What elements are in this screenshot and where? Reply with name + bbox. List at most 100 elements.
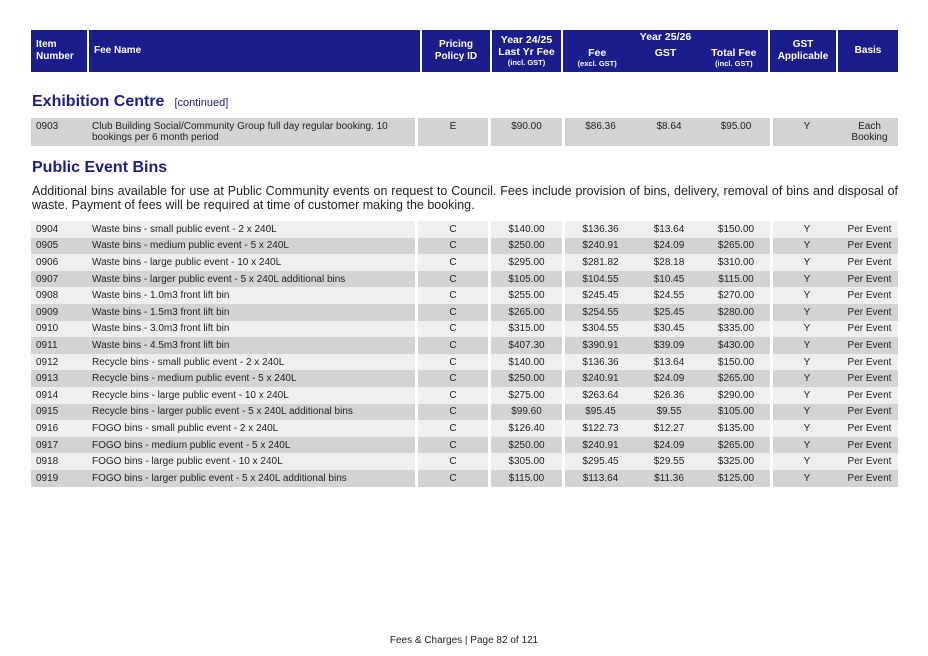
item-number-cell: 0918 [36,456,59,468]
basis-cell: Per Event [847,273,892,285]
total-fee-cell: $115.00 [718,273,754,285]
header-gst-app-label: GST [792,39,814,50]
table-header: Item Number Fee Name Pricing Policy ID Y… [31,30,898,72]
header-policy-id-label: Policy ID [434,51,478,62]
fee-excl-gst-cell: $95.45 [562,403,636,421]
table-row: 0903 Club Building Social/Community Group… [31,118,898,149]
total-fee-cell: $265.00 [717,439,755,451]
basis-cell: Per Event [847,290,892,302]
gst-amount-cell: $13.64 [653,356,685,368]
fee-excl-gst-cell: $263.64 [562,386,636,404]
table-row: 0912 Recycle bins - small public event - … [31,353,898,371]
pricing-policy-cell: C [415,453,488,470]
last-yr-fee-cell: $126.40 [488,420,562,437]
fee-name-cell: Waste bins - 3.0m3 front lift bin [92,323,230,335]
header-number-label: Number [36,51,74,62]
gst-amount-cell: $13.64 [653,223,685,235]
fee-excl-gst-cell: $295.45 [562,453,636,470]
fee-excl-gst-cell: $240.91 [562,370,636,387]
last-yr-fee-cell: $250.00 [488,237,562,255]
basis-cell: Per Event [847,306,892,318]
fee-excl-gst-cell: $113.64 [562,469,636,487]
header-basis-label: Basis [854,45,882,56]
table-row: 0906 Waste bins - large public event - 10… [31,254,898,271]
fee-name-cell: Recycle bins - large public event - 10 x… [92,389,289,401]
fee-excl-gst-cell: $136.36 [562,353,636,371]
fee-excl-gst-cell: $122.73 [562,420,636,437]
gst-applicable-cell: Y [770,254,841,271]
item-number-cell: 0914 [36,389,59,401]
last-yr-fee-cell: $407.30 [488,337,562,354]
fee-name-cell: Waste bins - large public event - 10 x 2… [92,256,282,268]
gst-amount-cell: $39.09 [653,339,685,351]
item-number-cell: 0910 [36,323,59,335]
last-yr-fee-cell: $275.00 [488,386,562,404]
item-number-cell: 0911 [36,339,58,351]
header-pricing-policy: Pricing Policy ID [422,30,490,72]
total-fee-cell: $95.00 [720,121,752,132]
table-row: 0904 Waste bins - small public event - 2 … [31,221,898,238]
fee-name-cell: FOGO bins - medium public event - 5 x 24… [92,439,291,451]
gst-amount-cell: $24.09 [653,439,685,451]
item-number-cell: 0913 [36,373,59,385]
pricing-policy-cell: C [415,403,488,421]
pricing-policy-cell: C [415,221,488,238]
header-last-yr-fee: Year 24/25 Last Yr Fee (incl. GST) [492,30,561,72]
gst-applicable-cell: Y [770,303,841,321]
gst-amount-cell: $24.09 [653,373,685,385]
gst-applicable-cell: Y [770,287,841,304]
last-yr-fee-cell: $105.00 [488,270,562,288]
header-applicable-label: Applicable [777,51,829,62]
header-year-curr: Year 25/26 [563,30,768,44]
pricing-policy-cell: C [415,320,488,338]
total-fee-cell: $105.00 [717,406,755,418]
header-fee: Fee (excl. GST) [563,44,632,72]
gst-applicable-cell: Y [770,118,841,149]
item-number-cell: 0916 [36,422,59,434]
gst-applicable-cell: Y [770,436,841,454]
header-year-curr-group: Year 25/26 Fee (excl. GST) GST Total Fee… [563,30,768,72]
table-row: 0911 Waste bins - 4.5m3 front lift bin C $4… [31,337,898,354]
table-row: 0914 Recycle bins - large public event - … [31,386,898,404]
gst-amount-cell: $28.18 [653,256,685,268]
basis-cell: Each Booking [851,121,888,143]
header-fee-name: Fee Name [89,30,420,72]
last-yr-fee-cell: $99.60 [488,403,562,421]
header-total-incl-gst: (incl. GST) [715,59,753,68]
section-description: Additional bins available for use at Pub… [32,184,898,212]
last-yr-fee-cell: $90.00 [488,118,562,149]
total-fee-cell: $125.00 [717,472,755,484]
table-row: 0919 FOGO bins - larger public event - 5 … [31,469,898,487]
fee-name-cell: Waste bins - 1.5m3 front lift bin [92,306,230,318]
fee-name-cell: Recycle bins - larger public event - 5 x… [92,406,353,418]
pricing-policy-cell: C [415,337,488,354]
fee-excl-gst-cell: $240.91 [562,237,636,255]
pricing-policy-cell: C [415,303,488,321]
item-number-cell: 0908 [36,290,59,302]
gst-applicable-cell: Y [770,453,841,470]
header-item-label: Item [36,39,57,50]
pricing-policy-cell: C [415,370,488,387]
pricing-policy-cell: C [415,270,488,288]
item-number-cell: 0907 [36,273,59,285]
basis-cell: Per Event [847,356,892,368]
header-pricing-label: Pricing [439,39,473,50]
table-row: 0917 FOGO bins - medium public event - 5 … [31,436,898,454]
gst-applicable-cell: Y [770,320,841,338]
table-row: 0907 Waste bins - larger public event - 5… [31,270,898,288]
gst-applicable-cell: Y [770,386,841,404]
last-yr-fee-cell: $315.00 [488,320,562,338]
gst-applicable-cell: Y [770,221,841,238]
table-row: 0905 Waste bins - medium public event - 5… [31,237,898,255]
gst-amount-cell: $26.36 [653,389,685,401]
item-number-cell: 0909 [36,306,59,318]
gst-amount-cell: $24.09 [653,240,685,252]
fee-table-exhibition: 0903 Club Building Social/Community Group… [31,118,898,149]
total-fee-cell: $150.00 [717,223,755,235]
gst-amount-cell: $8.64 [656,121,682,132]
fee-name-cell: FOGO bins - larger public event - 5 x 24… [92,472,347,484]
gst-applicable-cell: Y [770,420,841,437]
header-incl-gst: (incl. GST) [507,58,546,67]
fee-name-cell: Waste bins - 1.0m3 front lift bin [92,290,230,302]
header-last-yr-fee-label: Last Yr Fee [498,46,555,58]
